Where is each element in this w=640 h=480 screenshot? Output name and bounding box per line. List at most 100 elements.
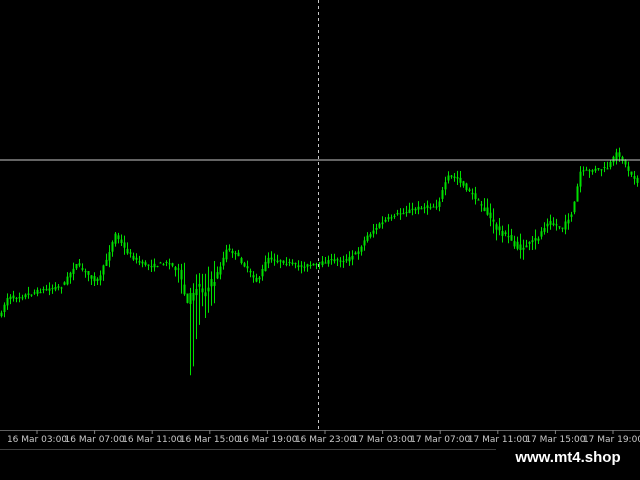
candle-body [72,268,75,274]
candle-body [51,288,54,290]
candle-body [381,222,384,225]
candle-body [435,206,438,208]
candle-body [252,275,255,278]
candle-body [486,207,489,215]
candle-body [372,230,375,234]
candle-body [327,260,330,264]
candle-body [111,242,114,252]
candle-body [39,292,42,294]
candle-body [474,193,477,200]
candle-body [459,177,462,183]
candle-body [570,214,573,217]
candle-body [150,266,153,268]
candle-body [3,304,6,312]
candle-body [276,260,279,263]
candle-body [99,275,102,281]
candle-body [285,263,288,265]
candle-body [246,266,249,269]
candle-body [636,177,639,183]
candle-body [306,264,309,267]
candle-body [369,234,372,237]
candle-body [465,183,468,190]
candle-body [219,266,222,275]
candle-body [444,182,447,190]
candle-body [597,168,600,170]
candle-body [183,284,186,295]
candle-body [357,251,360,254]
candle-body [93,276,96,282]
candle-body [555,224,558,226]
candle-body [168,263,171,265]
candle-body [141,261,144,264]
candle-body [492,219,495,222]
candle-body [48,288,51,291]
candle-body [15,297,18,299]
candle-body [81,268,84,270]
candle-body [96,278,99,281]
candle-body [45,289,48,291]
candle-body [504,232,507,234]
candle-body [114,233,117,244]
candle-body [516,241,519,249]
candle-body [138,261,141,263]
candle-body [270,257,273,260]
candle-body [594,168,597,171]
candle-body [195,289,198,296]
price-chart[interactable]: 00 16 Mar 03:0016 Mar 07:0016 Mar 11:001… [0,0,640,480]
candle-body [552,223,555,225]
candle-body [102,265,105,275]
chart-window[interactable]: 00 16 Mar 03:0016 Mar 07:0016 Mar 11:001… [0,0,640,480]
candle-body [303,266,306,268]
candle-body [288,262,291,263]
candle-body [603,167,606,168]
candle-body [333,259,336,262]
candle-body [483,207,486,211]
candle-body [588,170,591,172]
candle-body [438,201,441,207]
candle-body [561,227,564,229]
candle-body [450,175,453,177]
candle-body [60,287,63,289]
candle-body [528,241,531,244]
time-tick-label: 16 Mar 11:00 [122,435,182,445]
candle-body [423,207,426,209]
candle-body [315,264,318,266]
candle-body [249,270,252,273]
candle-body [420,208,423,210]
candle-body [264,261,267,272]
candle-body [123,242,126,248]
candle-body [117,235,120,240]
candle-body [12,295,15,299]
candle-body [162,264,165,266]
candle-body [384,219,387,222]
candle-body [510,235,513,241]
candle-body [267,257,270,264]
candle-body [609,162,612,168]
candle-body [186,293,189,303]
candle-body [336,259,339,261]
candle-body [366,235,369,241]
candle-body [18,297,21,299]
candle-body [378,223,381,228]
candle-body [108,252,111,261]
candle-body [69,272,72,278]
candle-body [189,293,192,304]
candle-body [273,259,276,261]
time-axis-ticks: 16 Mar 03:0016 Mar 07:0016 Mar 11:0016 M… [7,430,640,445]
candle-body [477,199,480,201]
candle-body [525,245,528,248]
candle-body [630,171,633,175]
candle-body [501,231,504,236]
candle-body [351,255,354,260]
watermark-logo: www.mt4.shop [496,444,640,472]
candle-body [309,265,312,266]
candle-body [63,282,66,285]
candle-body [321,261,324,266]
candle-body [156,266,159,268]
candle-body [432,206,435,208]
candle-body [414,208,417,211]
candle-body [582,170,585,172]
candle-body [390,217,393,219]
candle-body [576,186,579,202]
candle-body [171,263,174,266]
